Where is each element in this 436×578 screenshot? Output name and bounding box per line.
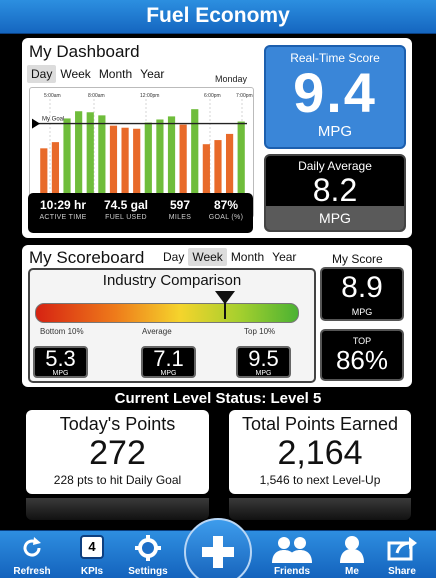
top-10-score: 9.5 MPG bbox=[236, 346, 291, 378]
nav-label: KPIs bbox=[80, 566, 104, 577]
nav-label: Share bbox=[388, 566, 416, 577]
total-points-card[interactable]: Total Points Earned 2,164 1,546 to next … bbox=[229, 410, 411, 494]
realtime-score-unit: MPG bbox=[317, 123, 353, 140]
nav-settings[interactable]: Settings bbox=[118, 531, 178, 578]
tab-week[interactable]: Week bbox=[188, 248, 227, 266]
chart-time-label: 8:00am bbox=[88, 93, 105, 99]
stat-fuel-used: 74.5 gal FUEL USED bbox=[98, 196, 154, 221]
tab-month[interactable]: Month bbox=[95, 65, 136, 83]
chart-time-label: 12:00pm bbox=[140, 93, 159, 99]
stat-value: 87% bbox=[213, 198, 239, 212]
stat-label: MILES bbox=[168, 214, 192, 221]
card-reflection bbox=[26, 498, 209, 520]
score-value: 9.5 bbox=[248, 346, 279, 371]
kpi-icon: 4 bbox=[80, 535, 104, 559]
tab-year[interactable]: Year bbox=[136, 65, 168, 83]
gauge-tick-average: Average bbox=[142, 327, 172, 336]
score-value: 7.1 bbox=[153, 346, 184, 371]
settings-icon bbox=[135, 535, 161, 561]
dashboard-title: My Dashboard bbox=[29, 42, 140, 61]
realtime-score-card[interactable]: Real-Time Score 9.4 MPG bbox=[264, 45, 406, 149]
gauge-tick-top: Top 10% bbox=[244, 327, 276, 336]
stat-miles: 597 MILES bbox=[160, 196, 200, 221]
top-value: 86% bbox=[335, 345, 389, 375]
scoreboard-tabs: Day Week Month Year bbox=[159, 248, 300, 266]
bottom-10-score: 5.3 MPG bbox=[33, 346, 88, 378]
nav-share[interactable]: Share bbox=[372, 531, 432, 578]
nav-kpis[interactable]: 4 KPIs bbox=[62, 531, 122, 578]
nav-label: Friends bbox=[273, 566, 311, 577]
stat-active-time: 10:29 hr ACTIVE TIME bbox=[34, 196, 92, 221]
level-status: Current Level Status: Level 5 bbox=[114, 390, 322, 407]
stat-label: ACTIVE TIME bbox=[39, 214, 87, 221]
goal-marker-icon bbox=[32, 118, 40, 129]
stat-goal: 87% GOAL (%) bbox=[204, 196, 248, 221]
industry-comparison-title: Industry Comparison bbox=[102, 272, 242, 289]
daily-average-unit: MPG bbox=[266, 206, 404, 230]
chart-time-label: 6:00pm bbox=[204, 93, 221, 99]
stat-value: 74.5 gal bbox=[103, 198, 149, 212]
chart-day-label: Monday bbox=[215, 74, 248, 84]
stat-label: GOAL (%) bbox=[208, 214, 244, 221]
tab-year[interactable]: Year bbox=[268, 248, 300, 266]
scoreboard-panel: My Scoreboard Day Week Month Year Indust… bbox=[22, 245, 412, 387]
score-unit: MPG bbox=[160, 370, 177, 377]
my-score-unit: MPG bbox=[351, 307, 373, 317]
score-unit: MPG bbox=[255, 370, 272, 377]
score-unit: MPG bbox=[52, 370, 69, 377]
industry-comparison: Industry Comparison Bottom 10% Average T… bbox=[28, 268, 316, 383]
total-points-value: 2,164 bbox=[277, 434, 363, 472]
tab-day[interactable]: Day bbox=[27, 65, 57, 83]
nav-refresh[interactable]: Refresh bbox=[2, 531, 62, 578]
card-reflection bbox=[229, 498, 411, 520]
tab-month[interactable]: Month bbox=[227, 248, 268, 266]
daily-average-label: Daily Average bbox=[298, 159, 372, 173]
app-title: Fuel Economy bbox=[0, 0, 436, 34]
stat-value: 10:29 hr bbox=[39, 198, 87, 212]
nav-label: Settings bbox=[128, 566, 168, 577]
score-value: 5.3 bbox=[45, 346, 76, 371]
plus-icon bbox=[202, 536, 234, 568]
friends-icon bbox=[272, 537, 312, 563]
todays-points-label: Today's Points bbox=[59, 414, 176, 434]
daily-average-card[interactable]: Daily Average 8.2 MPG bbox=[264, 154, 406, 232]
daily-average-value: 8.2 bbox=[312, 172, 358, 208]
average-score: 7.1 MPG bbox=[141, 346, 196, 378]
tab-day[interactable]: Day bbox=[159, 248, 188, 266]
tab-week[interactable]: Week bbox=[56, 65, 94, 83]
share-icon bbox=[387, 537, 417, 561]
chart-bar bbox=[75, 111, 83, 206]
dashboard-tabs: Day Week Month Year bbox=[27, 65, 168, 83]
total-points-label: Total Points Earned bbox=[241, 414, 399, 434]
goal-label: My Goal bbox=[42, 117, 64, 123]
scoreboard-title: My Scoreboard bbox=[29, 248, 145, 267]
stat-value: 597 bbox=[169, 198, 191, 212]
todays-points-value: 272 bbox=[89, 434, 146, 472]
stats-bar: 10:29 hr ACTIVE TIME 74.5 gal FUEL USED … bbox=[28, 193, 253, 233]
add-button[interactable] bbox=[184, 518, 252, 578]
my-score-value: 8.9 bbox=[341, 271, 383, 304]
my-score-label: My Score bbox=[332, 252, 383, 266]
nav-label: Refresh bbox=[13, 566, 51, 577]
person-icon bbox=[340, 536, 364, 563]
gauge-tick-bottom: Bottom 10% bbox=[40, 327, 84, 336]
dashboard-panel: My Dashboard Day Week Month Year Monday … bbox=[22, 38, 412, 238]
chart-time-label: 7:00pm bbox=[236, 93, 253, 99]
todays-points-card[interactable]: Today's Points 272 228 pts to hit Daily … bbox=[26, 410, 209, 494]
realtime-score-value: 9.4 bbox=[293, 61, 377, 124]
gauge-marker-icon bbox=[215, 291, 236, 319]
chart-time-label: 5:00am bbox=[44, 93, 61, 99]
comparison-gauge-bar bbox=[35, 303, 299, 323]
refresh-icon bbox=[23, 537, 41, 557]
nav-friends[interactable]: Friends bbox=[262, 531, 322, 578]
total-points-sub: 1,546 to next Level-Up bbox=[259, 473, 381, 487]
todays-points-sub: 228 pts to hit Daily Goal bbox=[53, 473, 182, 487]
my-score-card[interactable]: 8.9 MPG bbox=[320, 267, 404, 321]
stat-label: FUEL USED bbox=[105, 214, 147, 221]
chart-bar bbox=[86, 112, 94, 206]
top-percent-card[interactable]: TOP 86% bbox=[320, 329, 404, 381]
